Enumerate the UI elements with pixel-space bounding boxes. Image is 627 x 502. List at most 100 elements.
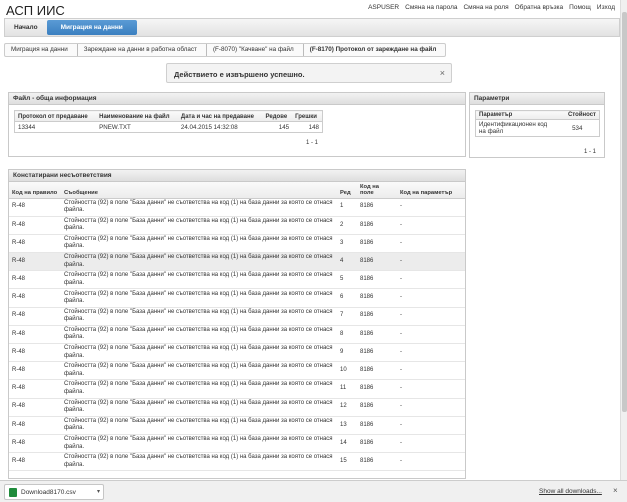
logout-link[interactable]: Изход xyxy=(597,4,615,11)
table-row[interactable]: R-48 Стойността (92) в поле "База данни" … xyxy=(9,234,465,254)
column-header[interactable]: Наименование на файл xyxy=(96,110,178,122)
table-cell: Стойността (92) в поле "База данни" не с… xyxy=(61,434,337,454)
table-cell: R-48 xyxy=(9,398,61,417)
pager-info: 1 - 1 xyxy=(583,149,596,155)
column-header[interactable]: Грешки xyxy=(292,110,323,122)
table-cell: 8186 xyxy=(357,343,397,363)
table-cell: 148 xyxy=(308,123,319,131)
breadcrumb: Миграция на данни Зареждане на данни в р… xyxy=(4,43,447,57)
breadcrumb-file-upload[interactable]: (F-8070) "Качване" на файл xyxy=(207,44,304,56)
table-cell: - xyxy=(397,198,465,217)
table-row[interactable]: R-48 Стойността (92) в поле "База данни" … xyxy=(9,325,465,345)
table-cell: 24.04.2015 14:32:08 xyxy=(180,123,238,131)
discrepancies-title: Констатирани несъответствия xyxy=(9,170,465,182)
table-row[interactable]: Идентификационен код на файл 534 xyxy=(476,120,600,137)
table-row[interactable]: R-48 Стойността (92) в поле "База данни" … xyxy=(9,198,465,217)
download-item[interactable]: Download8170.csv ▾ xyxy=(4,484,104,500)
column-header[interactable]: Протокол от предаване xyxy=(14,110,97,122)
table-cell: 11 xyxy=(337,379,357,399)
table-cell: Стойността (92) в поле "База данни" не с… xyxy=(61,252,337,272)
table-cell: R-48 xyxy=(9,307,61,326)
table-row[interactable]: R-48 Стойността (92) в поле "База данни" … xyxy=(9,288,465,308)
table-cell: R-48 xyxy=(9,416,61,435)
table-row[interactable]: R-48 Стойността (92) в поле "База данни" … xyxy=(9,252,465,272)
table-row[interactable]: R-48 Стойността (92) в поле "База данни" … xyxy=(9,361,465,381)
top-links: ASPUSER Смяна на парола Смяна на роля Об… xyxy=(368,4,615,11)
column-header[interactable]: Дата и час на предаване xyxy=(177,110,263,122)
column-header[interactable]: Редове xyxy=(262,110,293,122)
column-header[interactable]: Съобщение xyxy=(61,182,337,199)
chevron-down-icon[interactable]: ▾ xyxy=(97,488,100,495)
table-row[interactable]: R-48 Стойността (92) в поле "База данни" … xyxy=(9,307,465,326)
table-cell: Стойността (92) в поле "База данни" не с… xyxy=(61,216,337,235)
table-cell: R-48 xyxy=(9,252,61,272)
parameters-table: Параметър Стойност Идентификационен код … xyxy=(475,110,600,137)
page-scrollbar[interactable] xyxy=(620,0,627,480)
column-header[interactable]: Код на параметър xyxy=(397,182,465,199)
table-cell: R-48 xyxy=(9,434,61,454)
table-cell: - xyxy=(397,379,465,399)
breadcrumb-workspace-load[interactable]: Зареждане на данни в работна област xyxy=(78,44,207,56)
show-all-downloads-link[interactable]: Show all downloads... xyxy=(539,488,602,495)
pager-info: 1 - 1 xyxy=(306,140,319,146)
table-cell: Стойността (92) в поле "База данни" не с… xyxy=(61,398,337,417)
table-cell: - xyxy=(397,288,465,308)
help-link[interactable]: Помощ xyxy=(569,4,591,11)
column-header[interactable]: Параметър xyxy=(475,110,556,120)
table-row[interactable]: R-48 Стойността (92) в поле "База данни" … xyxy=(9,416,465,435)
table-row[interactable]: R-48 Стойността (92) в поле "База данни" … xyxy=(9,270,465,290)
table-cell: R-48 xyxy=(9,216,61,235)
column-header[interactable]: Стойност xyxy=(555,110,600,120)
table-cell: - xyxy=(397,434,465,454)
scrollbar-thumb[interactable] xyxy=(622,12,627,412)
tab-data-migration[interactable]: Миграция на данни xyxy=(46,20,137,35)
table-cell: 8186 xyxy=(357,252,397,272)
table-cell: R-48 xyxy=(9,343,61,363)
table-cell: - xyxy=(397,416,465,435)
table-cell: 8186 xyxy=(357,325,397,345)
table-cell: - xyxy=(397,216,465,235)
table-cell: 8186 xyxy=(357,452,397,472)
table-cell: 8186 xyxy=(357,379,397,399)
table-cell: Стойността (92) в поле "База данни" не с… xyxy=(61,361,337,381)
close-icon[interactable]: × xyxy=(613,486,618,495)
change-password-link[interactable]: Смяна на парола xyxy=(405,4,457,11)
change-role-link[interactable]: Смяна на роля xyxy=(463,4,508,11)
table-cell: Стойността (92) в поле "База данни" не с… xyxy=(61,307,337,326)
table-row[interactable]: R-48 Стойността (92) в поле "База данни" … xyxy=(9,434,465,454)
table-cell: 10 xyxy=(337,361,357,381)
close-icon[interactable]: × xyxy=(440,68,445,78)
table-row[interactable]: R-48 Стойността (92) в поле "База данни" … xyxy=(9,343,465,363)
table-cell: R-48 xyxy=(9,361,61,381)
table-row[interactable]: R-48 Стойността (92) в поле "База данни" … xyxy=(9,452,465,472)
tab-home[interactable]: Начало xyxy=(5,19,47,36)
table-row[interactable]: R-48 Стойността (92) в поле "База данни" … xyxy=(9,216,465,235)
file-info-title: Файл - обща информация xyxy=(9,93,465,105)
table-cell: 145 xyxy=(278,123,290,131)
table-cell: Стойността (92) в поле "База данни" не с… xyxy=(61,325,337,345)
column-header[interactable]: Код на поле xyxy=(357,182,397,199)
user-link[interactable]: ASPUSER xyxy=(368,4,399,11)
table-cell: - xyxy=(397,252,465,272)
table-row[interactable]: R-48 Стойността (92) в поле "База данни" … xyxy=(9,398,465,417)
column-header[interactable]: Код на правило xyxy=(9,182,61,199)
table-cell: 8186 xyxy=(357,434,397,454)
feedback-link[interactable]: Обратна връзка xyxy=(515,4,564,11)
table-cell: - xyxy=(397,325,465,345)
table-cell: R-48 xyxy=(9,198,61,217)
table-cell: Стойността (92) в поле "База данни" не с… xyxy=(61,416,337,435)
table-cell: - xyxy=(397,452,465,472)
table-cell: - xyxy=(397,270,465,290)
table-cell: Стойността (92) в поле "База данни" не с… xyxy=(61,288,337,308)
breadcrumb-data-migration[interactable]: Миграция на данни xyxy=(5,44,78,56)
table-cell: 8186 xyxy=(357,270,397,290)
column-header[interactable]: Ред xyxy=(337,182,357,199)
table-row[interactable]: 13344 PNEW.TXT 24.04.2015 14:32:08 145 1… xyxy=(15,122,323,133)
table-cell: - xyxy=(397,307,465,326)
table-cell: 8186 xyxy=(357,398,397,417)
table-cell: Стойността (92) в поле "База данни" не с… xyxy=(61,198,337,217)
table-cell: PNEW.TXT xyxy=(99,123,131,131)
table-row[interactable]: R-48 Стойността (92) в поле "База данни" … xyxy=(9,379,465,399)
table-cell: Стойността (92) в поле "База данни" не с… xyxy=(61,234,337,254)
table-cell: 1 xyxy=(337,198,357,217)
